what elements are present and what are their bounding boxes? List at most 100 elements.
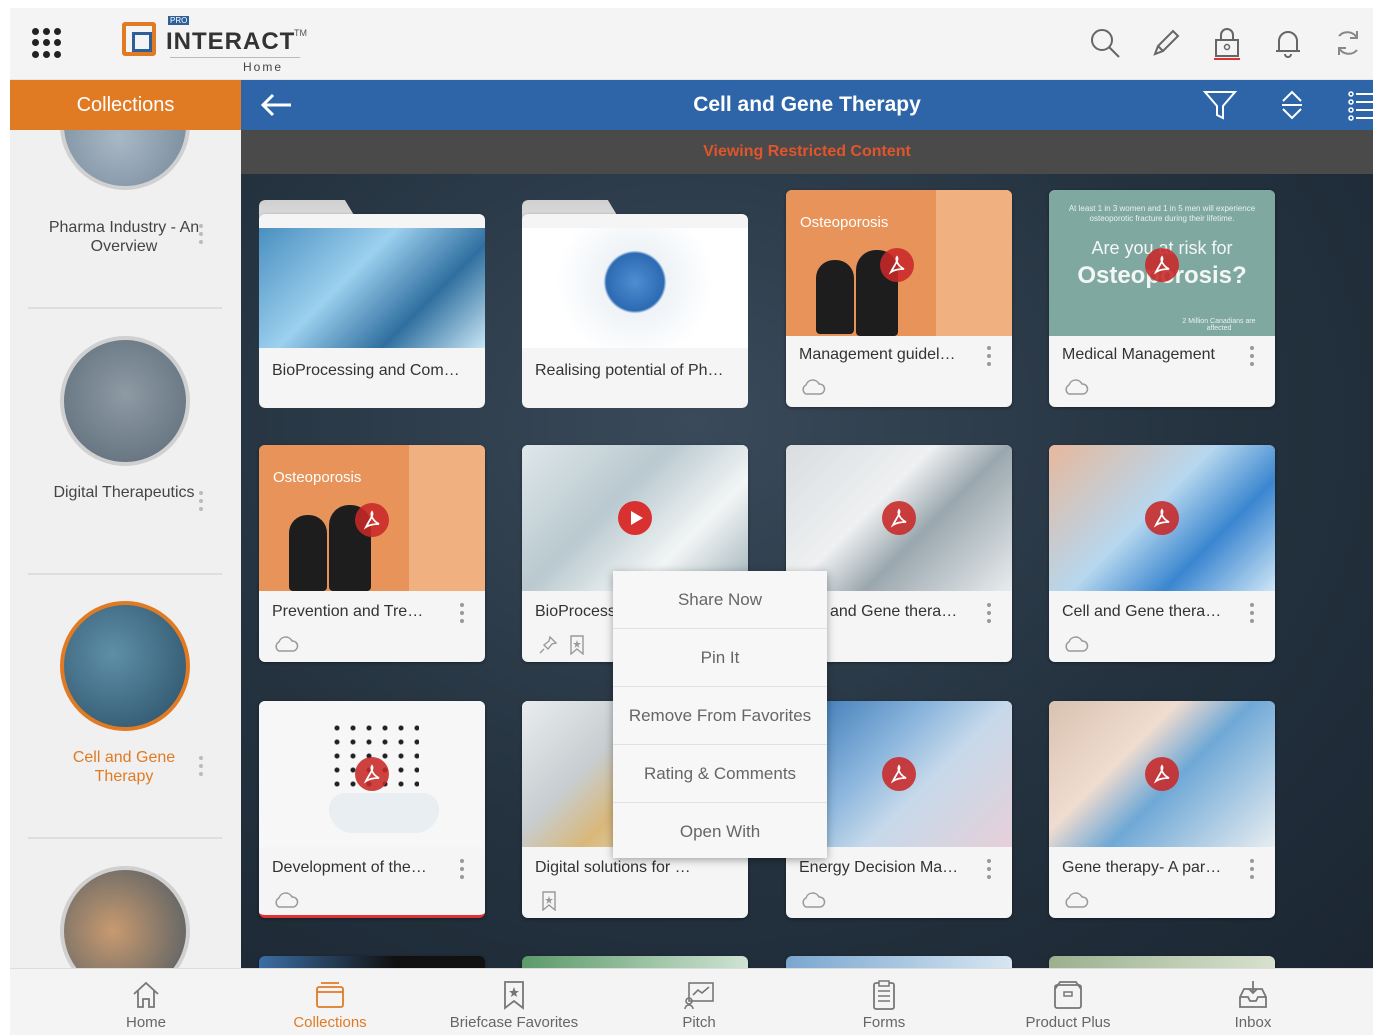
- collection-thumbnail: [60, 130, 190, 190]
- sidebar-item-collection[interactable]: [10, 860, 241, 968]
- sort-icon[interactable]: [1274, 87, 1310, 123]
- document-card[interactable]: Gene therapy- A par…: [1049, 701, 1275, 918]
- document-card[interactable]: Cell and Gene thera…: [1049, 445, 1275, 662]
- card-title: Prevention and Tre…: [272, 603, 424, 620]
- menu-item-pin-it[interactable]: Pin It: [613, 629, 827, 687]
- pdf-icon: [882, 501, 916, 535]
- sidebar-item-cell-and-gene-therapy[interactable]: Cell and Gene Therapy: [10, 595, 241, 835]
- nav-home[interactable]: Home: [61, 969, 231, 1035]
- nav-label: Pitch: [682, 1014, 716, 1031]
- cloud-download-icon[interactable]: [273, 635, 299, 653]
- favorite-bookmark-icon[interactable]: [542, 891, 556, 912]
- card-title: Cell and Gene thera…: [1062, 603, 1222, 620]
- nav-label: Forms: [862, 1014, 906, 1031]
- document-card[interactable]: Osteoporosis Prevention and Tre…: [259, 445, 485, 662]
- restricted-banner: Viewing Restricted Content: [241, 130, 1373, 174]
- cloud-download-icon[interactable]: [1063, 891, 1089, 909]
- search-icon[interactable]: [1088, 26, 1122, 60]
- pdf-icon: [355, 503, 389, 537]
- pdf-icon: [1145, 501, 1179, 535]
- card-title: Gene therapy- A par…: [1062, 859, 1222, 876]
- pencil-icon[interactable]: [1149, 26, 1183, 60]
- app-logo: PRO INTERACT TM Home: [122, 14, 307, 76]
- nav-label: Inbox: [1234, 1014, 1272, 1031]
- card-title: Energy Decision Ma…: [799, 859, 959, 876]
- cloud-download-icon[interactable]: [1063, 635, 1089, 653]
- card-title: Medical Management: [1062, 346, 1215, 363]
- bell-icon[interactable]: [1271, 26, 1305, 60]
- card-title: BioProcessing and Com…: [272, 362, 460, 379]
- nav-product-plus[interactable]: Product Plus: [983, 969, 1153, 1035]
- logo-mark-icon: [122, 22, 156, 56]
- pdf-icon: [880, 248, 914, 282]
- sidebar-divider: [28, 573, 222, 575]
- folder-card[interactable]: Realising potential of Ph…: [522, 200, 748, 408]
- document-card[interactable]: [522, 956, 748, 968]
- collections-tab[interactable]: Collections: [10, 80, 241, 130]
- document-card[interactable]: [1049, 956, 1275, 968]
- collections-icon: [314, 979, 346, 1011]
- document-card[interactable]: [786, 956, 1012, 968]
- cloud-download-icon[interactable]: [800, 891, 826, 909]
- document-card[interactable]: Osteoporosis Management guidel…: [786, 190, 1012, 407]
- more-options-icon[interactable]: [197, 491, 205, 517]
- sync-icon[interactable]: [1331, 26, 1365, 60]
- cloud-download-icon[interactable]: [273, 891, 299, 909]
- card-thumbnail: [259, 228, 485, 348]
- breadcrumb: Home: [243, 60, 284, 74]
- card-title: Digital solutions for …: [535, 859, 691, 876]
- nav-collections[interactable]: Collections: [245, 969, 415, 1035]
- context-menu: Share Now Pin It Remove From Favorites R…: [613, 571, 827, 858]
- menu-item-share-now[interactable]: Share Now: [613, 571, 827, 629]
- collection-thumbnail: [60, 866, 190, 968]
- sidebar-item-pharma-industry[interactable]: Pharma Industry - An Overview: [10, 130, 241, 300]
- collections-sidebar: Pharma Industry - An Overview Digital Th…: [10, 130, 241, 968]
- app-grid-icon[interactable]: [32, 28, 62, 58]
- nav-briefcase-favorites[interactable]: Briefcase Favorites: [429, 969, 599, 1035]
- document-card[interactable]: At least 1 in 3 women and 1 in 5 men wil…: [1049, 190, 1275, 407]
- menu-item-open-with[interactable]: Open With: [613, 803, 827, 861]
- more-options-icon[interactable]: [1249, 603, 1255, 629]
- logo-trademark: TM: [294, 28, 307, 38]
- inbox-icon: [1237, 979, 1269, 1011]
- play-icon[interactable]: [618, 501, 652, 535]
- more-options-icon[interactable]: [197, 756, 205, 782]
- forms-icon: [868, 979, 900, 1011]
- pdf-icon: [1145, 757, 1179, 791]
- filter-icon[interactable]: [1202, 87, 1238, 123]
- menu-item-remove-from-favorites[interactable]: Remove From Favorites: [613, 687, 827, 745]
- more-options-icon[interactable]: [459, 603, 465, 629]
- document-card[interactable]: Development of the…: [259, 701, 485, 918]
- nav-forms[interactable]: Forms: [799, 969, 969, 1035]
- folder-card[interactable]: BioProcessing and Com…: [259, 200, 485, 408]
- more-options-icon[interactable]: [986, 859, 992, 885]
- thumbnail-note: 2 Million Canadians are affected: [1182, 318, 1256, 332]
- favorite-bookmark-icon[interactable]: [570, 635, 584, 656]
- pitch-icon: [683, 979, 715, 1011]
- lock-icon[interactable]: [1210, 26, 1244, 60]
- card-thumbnail: [522, 228, 748, 348]
- top-bar: PRO INTERACT TM Home: [10, 8, 1373, 80]
- cloud-download-icon[interactable]: [1063, 378, 1089, 396]
- nav-inbox[interactable]: Inbox: [1168, 969, 1338, 1035]
- thumbnail-caption: At least 1 in 3 women and 1 in 5 men wil…: [1068, 204, 1256, 223]
- menu-item-rating-comments[interactable]: Rating & Comments: [613, 745, 827, 803]
- document-card[interactable]: [259, 956, 485, 968]
- nav-label: Briefcase Favorites: [449, 1014, 579, 1031]
- more-options-icon[interactable]: [1249, 346, 1255, 372]
- more-options-icon[interactable]: [459, 859, 465, 885]
- sidebar-item-digital-therapeutics[interactable]: Digital Therapeutics: [10, 330, 241, 570]
- more-options-icon[interactable]: [986, 603, 992, 629]
- more-options-icon[interactable]: [986, 346, 992, 372]
- bottom-navigation: Home Collections Briefcase Favorites Pit…: [10, 968, 1373, 1035]
- sidebar-item-label: Pharma Industry - An Overview: [48, 219, 200, 255]
- pin-icon[interactable]: [538, 635, 558, 655]
- title-bar: Cell and Gene Therapy: [241, 80, 1373, 130]
- pdf-icon: [355, 757, 389, 791]
- nav-pitch[interactable]: Pitch: [614, 969, 784, 1035]
- more-options-icon[interactable]: [197, 224, 205, 250]
- list-view-icon[interactable]: [1345, 87, 1373, 123]
- cloud-download-icon[interactable]: [800, 378, 826, 396]
- collection-thumbnail: [60, 601, 190, 731]
- more-options-icon[interactable]: [1249, 859, 1255, 885]
